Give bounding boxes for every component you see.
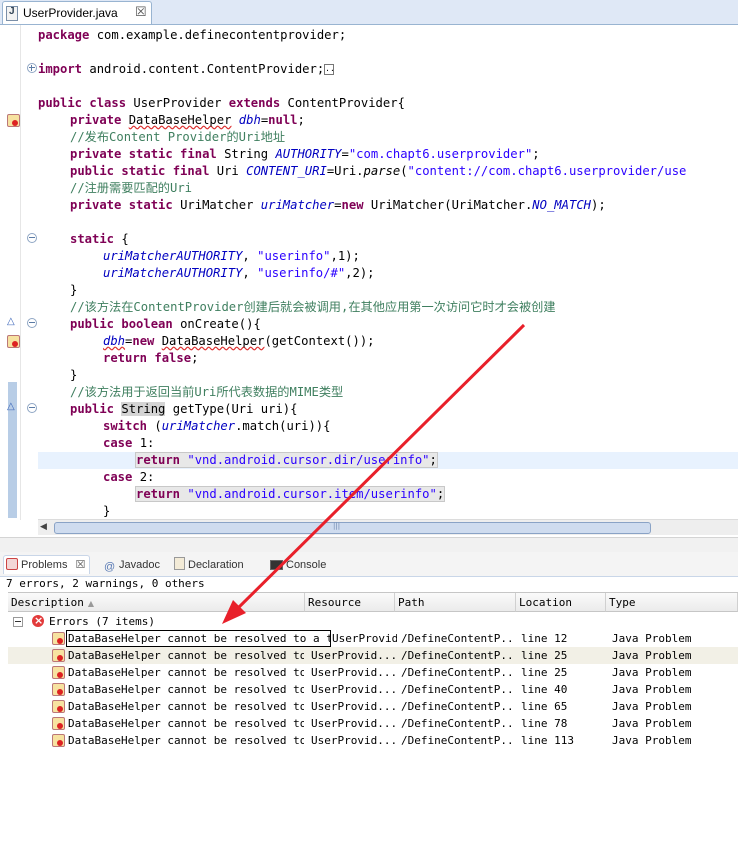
error-marker-icon[interactable] [7,335,20,348]
code-line: } [70,368,78,382]
column-header-location[interactable]: Location [516,593,606,612]
collapse-fold-icon[interactable] [27,318,37,328]
error-marker-icon [52,649,65,662]
problem-row[interactable]: DataBaseHelper cannot be resolved to a t… [8,732,738,749]
javadoc-icon: @ [104,561,116,573]
problem-row[interactable]: DataBaseHelper cannot be resolved to a t… [8,664,738,681]
collapse-fold-icon[interactable] [27,233,37,243]
code-line: switch (uriMatcher.match(uri)){ [103,419,331,433]
sort-ascending-icon: ▲ [87,599,95,608]
close-tab-icon[interactable]: ☒ [135,4,147,20]
code-line: return "vnd.android.cursor.dir/userinfo"… [135,452,438,468]
problems-icon [6,558,18,570]
bottom-view-tab-bar: Problems ☒ @ Javadoc Declaration Console [0,552,738,577]
error-marker-icon[interactable] [7,114,20,127]
scrollbar-thumb[interactable] [54,522,651,534]
code-line: private static final String AUTHORITY="c… [70,147,540,161]
code-line: public class UserProvider extends Conten… [38,96,405,110]
error-marker-icon [52,632,65,645]
scrollbar-grip-icon: ||| [333,522,341,530]
problems-table[interactable]: Description ▲ Resource Path Location Type… [8,592,738,751]
code-line: return "vnd.android.cursor.item/userinfo… [135,486,446,502]
editor-tab-title: UserProvider.java [23,6,118,20]
override-marker-icon: △ [7,401,15,412]
editor-tab-userprovider[interactable]: UserProvider.java ☒ [2,1,152,24]
tab-console[interactable]: Console [270,556,326,574]
column-header-resource[interactable]: Resource [305,593,395,612]
tab-javadoc[interactable]: @ Javadoc [104,556,160,574]
code-line: } [103,504,111,518]
problem-row[interactable]: DataBaseHelper cannot be resolved to a t… [8,698,738,715]
code-comment: //发布Content Provider的Uri地址 [70,130,286,144]
column-header-type[interactable]: Type [606,593,738,612]
tab-problems[interactable]: Problems ☒ [3,555,91,574]
error-marker-icon [52,666,65,679]
editor-horizontal-scrollbar[interactable]: ◀ ||| [38,519,738,535]
close-tab-icon[interactable]: ☒ [76,558,86,571]
problems-summary: 7 errors, 2 warnings, 0 others [6,577,205,590]
java-file-icon [6,6,18,21]
code-editor[interactable]: package com.example.definecontentprovide… [38,25,738,520]
folded-imports-icon[interactable]: .. [324,64,335,75]
code-line: static { [70,232,129,246]
console-icon [270,560,283,570]
error-marker-icon [52,683,65,696]
code-comment: //该方法在ContentProvider创建后就会被调用,在其他应用第一次访问… [70,300,556,314]
code-line: import android.content.ContentProvider;.… [38,62,335,76]
override-marker-icon: △ [7,316,15,327]
code-comment: //注册需要匹配的Uri [70,181,192,195]
problem-row[interactable]: DataBaseHelper cannot be resolved to a t… [8,647,738,664]
code-line: uriMatcherAUTHORITY, "userinfo",1); [103,249,360,263]
code-line: dbh=new DataBaseHelper(getContext()); [103,334,375,348]
code-line: } [70,283,78,297]
editor-tab-bar: UserProvider.java ☒ [0,0,738,25]
code-line: case 1: [103,436,155,450]
problem-row[interactable]: DataBaseHelper cannot be resolved to a t… [8,715,738,732]
expand-fold-icon[interactable] [27,63,37,73]
code-line: public boolean onCreate(){ [70,317,261,331]
code-line: uriMatcherAUTHORITY, "userinfo/#",2); [103,266,375,280]
code-comment: //该方法用于返回当前Uri所代表数据的MIME类型 [70,385,344,399]
problem-row[interactable]: DataBaseHelper cannot be resolved to a t… [8,630,738,647]
code-line: package com.example.definecontentprovide… [38,28,347,42]
scroll-left-arrow-icon[interactable]: ◀ [40,522,51,533]
code-line: case 2: [103,470,155,484]
code-line: private DataBaseHelper dbh=null; [70,113,305,127]
view-sash[interactable] [0,537,738,553]
tab-declaration[interactable]: Declaration [174,556,244,574]
code-line: private static UriMatcher uriMatcher=new… [70,198,606,212]
collapse-fold-icon[interactable] [27,403,37,413]
code-line: public String getType(Uri uri){ [70,402,298,416]
code-line: public static final Uri CONTENT_URI=Uri.… [70,164,687,178]
problem-row[interactable]: DataBaseHelper cannot be resolved to a t… [8,681,738,698]
column-header-path[interactable]: Path [395,593,516,612]
code-line: return false; [103,351,199,365]
column-header-description[interactable]: Description ▲ [8,593,305,612]
declaration-icon [174,557,185,570]
error-marker-icon [52,734,65,747]
error-icon [32,612,44,629]
error-marker-icon [52,700,65,713]
error-marker-icon [52,717,65,730]
collapse-group-icon[interactable] [13,617,23,627]
